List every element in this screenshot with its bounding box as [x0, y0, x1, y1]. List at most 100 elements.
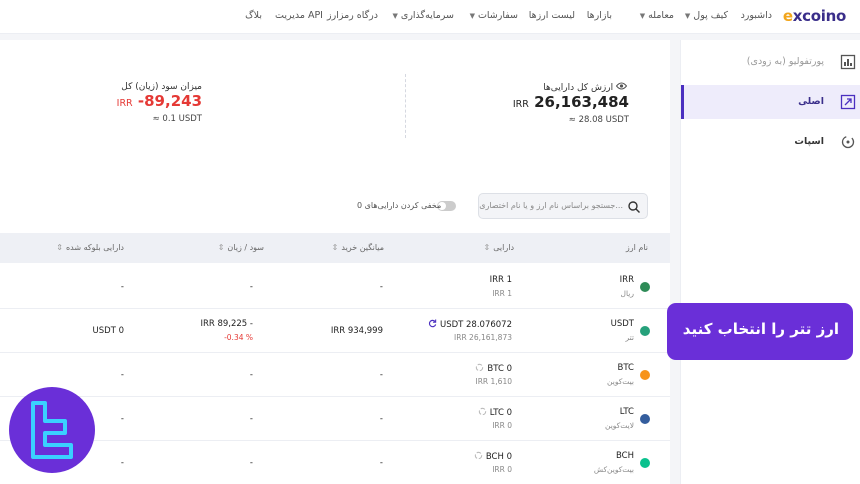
- hide-zero-label: مخفی کردن دارایی‌های 0: [357, 201, 442, 210]
- asset-irr: IRR 0: [492, 421, 512, 430]
- instruction-text: ارز تتر را انتخاب کنید: [682, 320, 839, 338]
- total-pnl-usdt: ≈ 0.1 USDT: [152, 114, 202, 124]
- coin-symbol: USDT: [610, 319, 634, 329]
- th-pnl[interactable]: ⇕ سود / زیان: [218, 243, 264, 252]
- th-locked[interactable]: ⇕ دارایی بلوکه شده: [56, 243, 124, 252]
- bch-coin-icon: [640, 458, 650, 468]
- asset-irr: IRR 1: [492, 289, 512, 298]
- asset-irr: IRR 26,161,873: [454, 333, 512, 342]
- wallet-icon: [840, 94, 856, 110]
- chevron-down-icon: ▼: [684, 12, 691, 20]
- pnl: -: [249, 414, 253, 424]
- locked: -: [120, 458, 124, 468]
- avg-buy: -: [379, 282, 383, 292]
- excoino-logo[interactable]: excoino: [783, 7, 846, 25]
- nav-wallet[interactable]: ▼ کیف پول: [685, 10, 728, 21]
- total-pnl-card: میزان سود (زیان) کل IRR -89,243 ≈ 0.1 US…: [117, 82, 202, 124]
- sort-icon: ⇕: [331, 243, 339, 252]
- pnl: -: [249, 458, 253, 468]
- refresh-icon[interactable]: [474, 451, 483, 460]
- ltc-coin-icon: [640, 414, 650, 424]
- table-row[interactable]: LTC لایت‌کوین LTC 0 IRR 0 - - -: [0, 397, 670, 441]
- search-icon: [628, 201, 640, 213]
- total-assets-value: IRR 26,163,484: [512, 93, 629, 111]
- pnl: -: [249, 370, 253, 380]
- coin-name: ریال: [620, 289, 634, 298]
- asset-amount: BTC 0: [475, 363, 512, 374]
- th-asset[interactable]: ⇕ دارایی: [484, 243, 514, 252]
- exchange-icon: [841, 135, 855, 149]
- coin-symbol: BCH: [615, 451, 634, 461]
- asset-amount: BCH 0: [474, 451, 512, 462]
- total-pnl-title: میزان سود (زیان) کل: [121, 82, 202, 92]
- coin-name: لایت‌کوین: [605, 421, 634, 430]
- coin-symbol: BTC: [617, 363, 634, 373]
- avg-buy: -: [379, 458, 383, 468]
- chevron-down-icon: ▼: [469, 12, 475, 20]
- table-row[interactable]: USDT تتر USDT 28.076072 IRR 26,161,873 I…: [0, 309, 670, 353]
- usdt-coin-icon: [640, 326, 650, 336]
- summary-divider: [405, 74, 406, 138]
- active-indicator: [681, 85, 684, 119]
- avg-buy: -: [379, 414, 383, 424]
- nav-api-management[interactable]: مدیریت API: [275, 10, 323, 21]
- nav-crypto-gateway[interactable]: درگاه رمزارز: [327, 10, 378, 21]
- th-avg-buy[interactable]: ⇕ میانگین خرید: [332, 243, 384, 252]
- search-input[interactable]: جستجو براساس نام ارز و یا نام اختصاری...: [478, 193, 648, 219]
- table-row[interactable]: IRR ریال IRR 1 IRR 1 - - -: [0, 265, 670, 309]
- asset-amount: IRR 1: [489, 275, 512, 285]
- asset-amount: USDT 28.076072: [428, 319, 512, 330]
- asset-irr: IRR 0: [492, 465, 512, 474]
- locked: -: [120, 282, 124, 292]
- avg-buy: IRR 934,999: [330, 326, 383, 336]
- total-assets-card: ارزش کل دارایی‌ها IRR 26,163,484 ≈ 28.08…: [513, 82, 629, 125]
- irr-coin-icon: [640, 282, 650, 292]
- coin-symbol: IRR: [619, 275, 634, 285]
- coin-name: تتر: [625, 333, 635, 342]
- sidebar: پورتفولیو (به زودی) اصلی اسپات: [680, 40, 860, 484]
- sidebar-item-portfolio[interactable]: پورتفولیو (به زودی): [681, 45, 860, 79]
- main-panel: ارزش کل دارایی‌ها IRR 26,163,484 ≈ 28.08…: [0, 40, 670, 484]
- refresh-icon[interactable]: [475, 363, 484, 372]
- locked: -: [120, 370, 124, 380]
- table-row[interactable]: BTC بیت‌کوین BTC 0 IRR 1,610 - - -: [0, 353, 670, 397]
- avg-buy: -: [379, 370, 383, 380]
- coin-symbol: LTC: [619, 407, 634, 417]
- btc-coin-icon: [640, 370, 650, 380]
- coin-name: بیت‌کوین‌کش: [593, 465, 634, 474]
- nav-investment[interactable]: ▼ سرمایه‌گذاری: [393, 10, 455, 21]
- sort-icon: ⇕: [217, 243, 225, 252]
- pnl-percent: -0.34 %: [224, 333, 253, 342]
- chevron-down-icon: ▼: [392, 12, 398, 20]
- pnl: -: [249, 282, 253, 292]
- search-placeholder: جستجو براساس نام ارز و یا نام اختصاری...: [479, 201, 623, 210]
- nav-orders[interactable]: ▼ سفارشات: [470, 10, 518, 21]
- instruction-callout: ارز تتر را انتخاب کنید: [667, 303, 853, 360]
- total-pnl-value: IRR -89,243: [116, 92, 202, 110]
- eye-icon[interactable]: [615, 82, 628, 90]
- coin-name: بیت‌کوین: [607, 377, 634, 386]
- refresh-icon[interactable]: [428, 319, 437, 328]
- nav-trade[interactable]: ▼ معامله: [640, 10, 674, 21]
- nav-blog[interactable]: بلاگ: [245, 10, 262, 21]
- brand-logo-icon: [31, 401, 73, 459]
- total-assets-usdt: ≈ 28.08 USDT: [568, 115, 629, 125]
- sidebar-item-main[interactable]: اصلی: [681, 85, 860, 119]
- sort-icon: ⇕: [483, 243, 491, 252]
- sort-icon: ⇕: [56, 243, 63, 252]
- locked: USDT 0: [92, 326, 124, 336]
- table-header: نام ارز ⇕ دارایی ⇕ میانگین خرید ⇕ سود / زیا…: [0, 233, 670, 263]
- total-assets-title: ارزش کل دارایی‌ها: [543, 83, 614, 93]
- nav-dashboard[interactable]: داشبورد: [741, 10, 772, 21]
- pnl: IRR 89,225 -: [200, 319, 253, 329]
- chart-icon: [840, 54, 856, 70]
- sidebar-item-spot[interactable]: اسپات: [681, 125, 860, 159]
- top-nav: excoino داشبورد ▼ کیف پول ▼ معامله بازارها…: [0, 0, 860, 34]
- chevron-down-icon: ▼: [639, 12, 646, 20]
- table-row[interactable]: BCH بیت‌کوین‌کش BCH 0 IRR 0 - - -: [0, 441, 670, 484]
- nav-markets[interactable]: بازارها: [587, 10, 612, 21]
- asset-irr: IRR 1,610: [475, 377, 513, 386]
- refresh-icon[interactable]: [478, 407, 487, 416]
- nav-currency-list[interactable]: لیست ارزها: [529, 10, 575, 21]
- locked: -: [120, 414, 124, 424]
